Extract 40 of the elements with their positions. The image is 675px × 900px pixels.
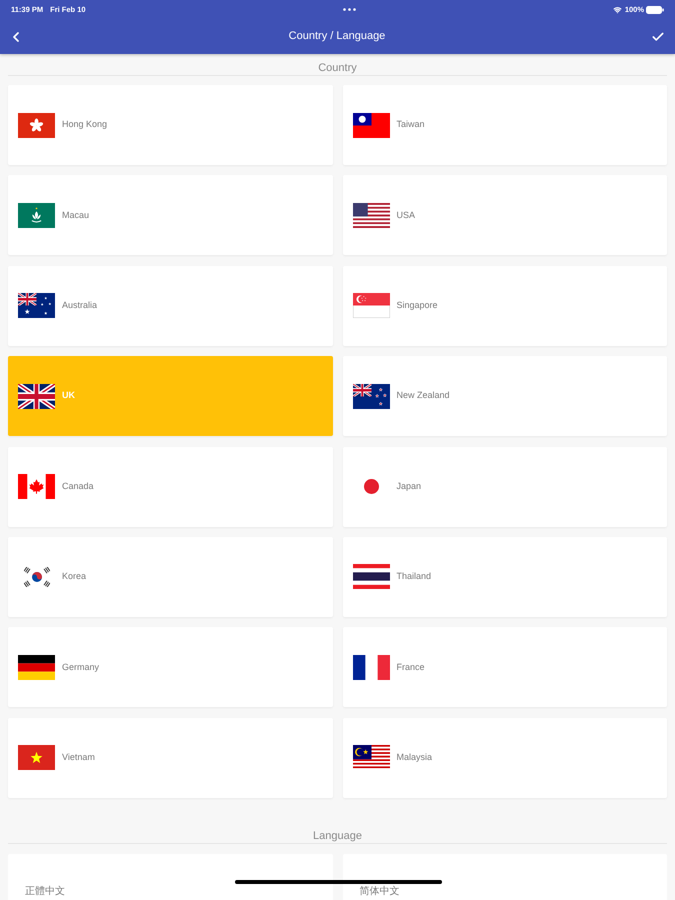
country-option[interactable]: Japan <box>342 446 667 527</box>
country-option[interactable]: Australia <box>8 266 332 346</box>
uk-flag-icon <box>18 384 55 409</box>
language-option[interactable]: 简体中文 <box>342 854 667 900</box>
japan-flag-icon <box>364 479 378 494</box>
taiwan-flag-icon <box>352 112 390 138</box>
korea-flag-icon <box>24 566 50 587</box>
country-option[interactable]: Malaysia <box>342 718 667 798</box>
more-dots-icon <box>342 8 356 11</box>
country-option[interactable]: USA <box>342 175 667 256</box>
country-option[interactable]: Hong Kong <box>8 85 332 165</box>
country-option[interactable]: New Zealand <box>342 356 667 436</box>
macau-flag-icon <box>18 202 55 228</box>
hong-kong-flag-icon <box>18 112 55 138</box>
country-option[interactable]: Singapore <box>342 266 667 346</box>
country-option[interactable]: Thailand <box>342 536 667 617</box>
singapore-flag-icon <box>352 293 390 318</box>
thailand-flag-icon <box>352 564 390 590</box>
country-option[interactable]: Macau <box>8 175 332 256</box>
country-option[interactable]: France <box>342 627 667 708</box>
malaysia-flag-icon <box>352 745 390 770</box>
country-option[interactable]: Vietnam <box>8 718 332 798</box>
screen-title: Country / Language <box>288 29 386 44</box>
country-option[interactable]: Canada <box>8 446 332 527</box>
germany-flag-icon <box>18 654 55 680</box>
country-option[interactable]: Taiwan <box>342 85 667 165</box>
language-option[interactable]: 正體中文 <box>8 854 332 900</box>
section-heading: Language <box>313 830 362 843</box>
check-icon <box>651 30 665 44</box>
wifi-icon <box>612 6 622 14</box>
vietnam-flag-icon <box>18 745 55 770</box>
country-option[interactable]: Korea <box>8 536 332 617</box>
usa-flag-icon <box>352 202 390 228</box>
battery-icon <box>646 6 664 14</box>
country-option[interactable]: Germany <box>8 627 332 708</box>
australia-flag-icon <box>18 293 55 318</box>
canada-flag-icon <box>18 474 55 500</box>
section-heading: Country <box>318 62 357 75</box>
new-zealand-flag-icon <box>352 384 390 409</box>
france-flag-icon <box>352 654 390 680</box>
